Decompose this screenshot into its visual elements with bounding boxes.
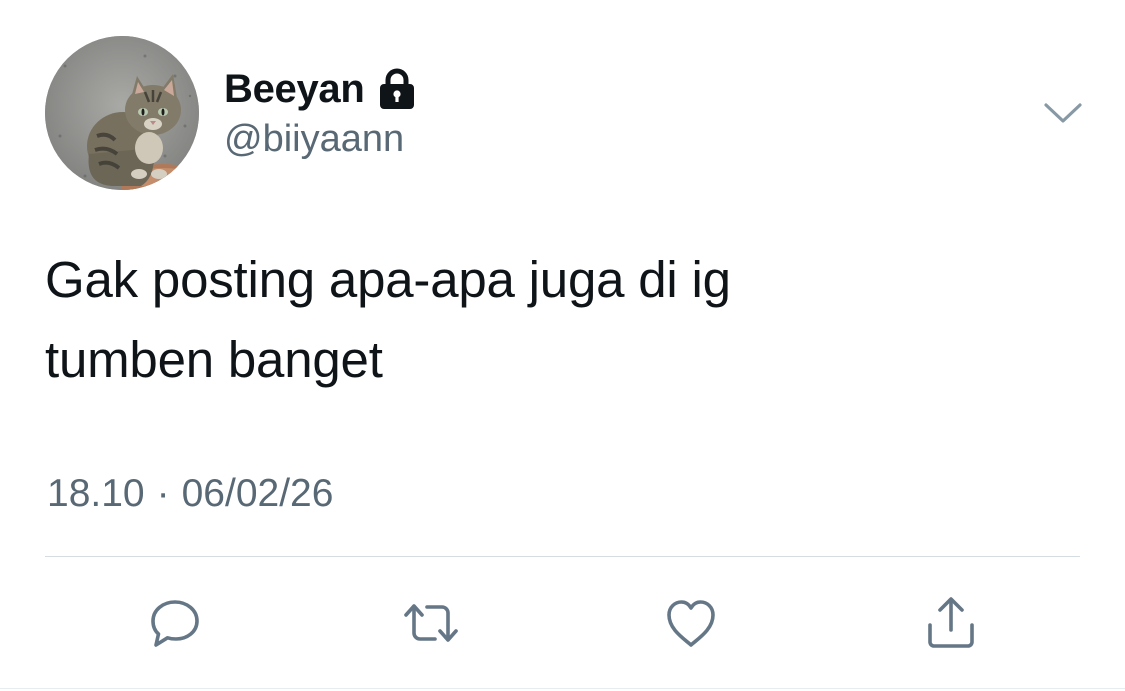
divider — [45, 556, 1080, 557]
heart-icon — [667, 600, 715, 647]
lock-icon — [377, 68, 417, 110]
display-name[interactable]: Beeyan — [224, 67, 365, 112]
tweet-text-line: Gak posting apa-apa juga di ig — [45, 251, 731, 308]
avatar[interactable] — [45, 36, 199, 190]
user-handle[interactable]: @biiyaann — [224, 118, 404, 161]
share-icon — [928, 597, 974, 648]
share-button[interactable] — [918, 590, 984, 656]
tweet-text-line: tumben banget — [45, 331, 383, 388]
tweet-timestamp[interactable]: 18.10 · 06/02/26 — [47, 472, 333, 516]
reply-button[interactable] — [142, 590, 208, 656]
chevron-down-icon[interactable] — [1042, 98, 1084, 128]
retweet-button[interactable] — [398, 590, 464, 656]
reply-icon — [151, 600, 199, 647]
avatar-image — [45, 36, 199, 190]
meta-separator: · — [156, 472, 170, 515]
tweet-time: 18.10 — [47, 472, 145, 515]
tweet-card: Beeyan @biiyaann Gak posting apa-apa jug… — [0, 0, 1125, 691]
action-bar — [0, 590, 1125, 660]
tweet-date: 06/02/26 — [181, 472, 334, 515]
name-row: Beeyan — [224, 64, 417, 114]
tweet-text: Gak posting apa-apa juga di ig tumben ba… — [45, 240, 1045, 400]
like-button[interactable] — [658, 590, 724, 656]
bottom-divider — [0, 688, 1125, 689]
retweet-icon — [404, 604, 458, 642]
